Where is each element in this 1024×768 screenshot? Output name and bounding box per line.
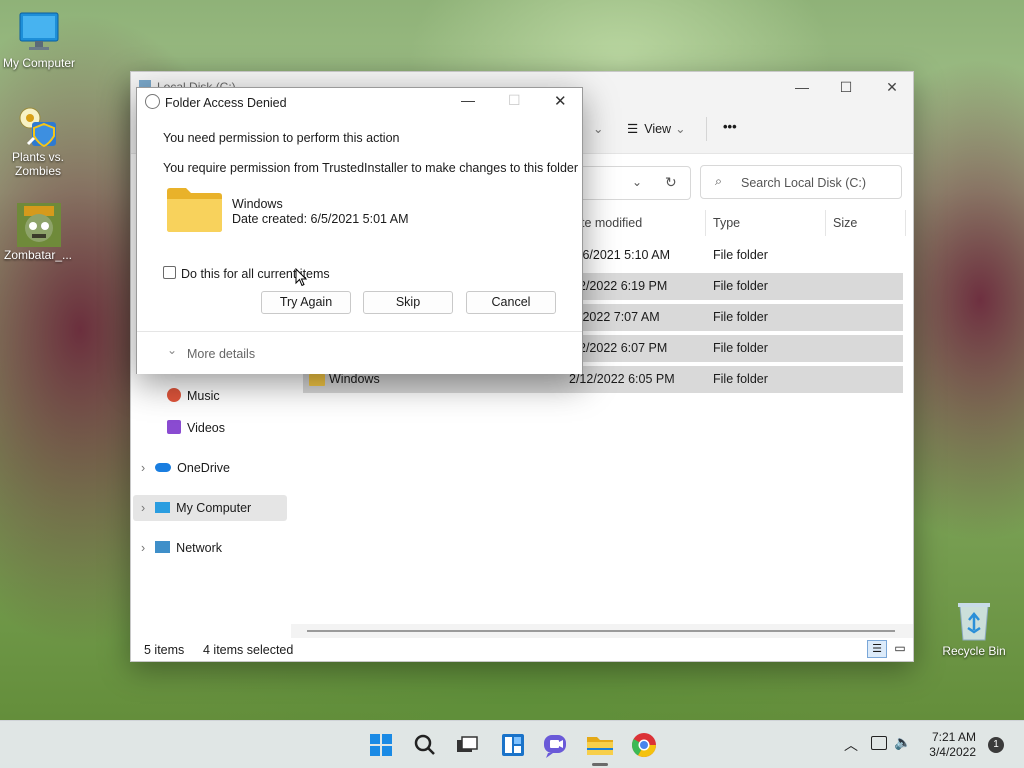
status-bar: 5 items 4 items selected ☰ ▭ <box>131 637 913 661</box>
videos-icon <box>167 420 181 434</box>
horizontal-scrollbar[interactable] <box>291 624 913 638</box>
column-type[interactable]: Type <box>713 216 740 230</box>
clock-date: 3/4/2022 <box>929 745 976 759</box>
active-app-indicator <box>592 763 608 766</box>
minimize-button[interactable]: — <box>779 72 825 102</box>
chat-icon[interactable] <box>540 729 572 761</box>
column-separator[interactable] <box>705 210 706 236</box>
dialog-close-button[interactable]: ✕ <box>554 92 567 110</box>
desktop-icon-label: Zombatar_... <box>3 248 73 262</box>
tiles-view-icon[interactable]: ▭ <box>891 640 909 658</box>
dialog-title: Folder Access Denied <box>165 96 287 110</box>
zombatar-icon <box>16 202 61 247</box>
dialog-title-bar[interactable]: Folder Access Denied — ☐ ✕ <box>137 88 582 116</box>
recycle-bin-icon <box>952 598 996 642</box>
desktop-icon-my-computer[interactable]: My Computer <box>1 10 77 70</box>
search-input[interactable]: Search Local Disk (C:) <box>741 176 866 190</box>
widgets-icon[interactable] <box>497 729 529 761</box>
dialog-footer: ⌄ More details <box>137 331 582 374</box>
close-button[interactable]: ✕ <box>869 72 915 102</box>
notification-badge[interactable]: 1 <box>988 737 1004 753</box>
dialog-message-secondary: You require permission from TrustedInsta… <box>163 161 579 175</box>
details-view-icon[interactable]: ☰ <box>867 640 887 658</box>
search-box[interactable]: ⌕ Search Local Disk (C:) <box>700 165 902 199</box>
folder-date-created: Date created: 6/5/2021 5:01 AM <box>232 212 409 226</box>
maximize-button[interactable]: ☐ <box>823 72 869 102</box>
more-options-button[interactable]: ••• <box>723 119 737 134</box>
task-view-icon[interactable] <box>451 729 483 761</box>
folder-name: Windows <box>232 197 283 211</box>
clock-icon <box>145 94 160 109</box>
system-clock[interactable]: 7:21 AM 3/4/2022 <box>929 730 976 760</box>
view-list-icon: ☰ <box>627 122 639 136</box>
selected-count: 4 items selected <box>203 643 294 657</box>
apply-to-all-label[interactable]: Do this for all current items <box>181 267 330 281</box>
computer-icon <box>155 502 171 513</box>
taskbar: ︿ 🔈 7:21 AM 3/4/2022 1 <box>0 720 1024 768</box>
apply-to-all-checkbox[interactable] <box>163 266 176 279</box>
nav-item-music[interactable]: Music <box>167 383 287 409</box>
desktop-icon-label: Recycle Bin <box>942 644 1006 658</box>
nav-item-onedrive[interactable]: › OneDrive <box>141 455 287 481</box>
folder-icon <box>309 374 325 386</box>
skip-button[interactable]: Skip <box>363 291 453 314</box>
show-hidden-icons-chevron-icon[interactable]: ︿ <box>844 735 858 755</box>
column-size[interactable]: Size <box>833 216 857 230</box>
desktop-icon-label: My Computer <box>2 56 76 70</box>
nav-item-videos[interactable]: Videos <box>167 415 287 441</box>
search-icon: ⌕ <box>715 174 723 188</box>
try-again-button[interactable]: Try Again <box>261 291 351 314</box>
monitor-icon <box>17 10 61 54</box>
cancel-button[interactable]: Cancel <box>466 291 556 314</box>
expand-chevron-icon[interactable]: › <box>141 461 145 475</box>
chevron-down-icon: ⌄ <box>675 122 686 136</box>
sort-chevron-icon[interactable]: ⌄ <box>593 121 603 136</box>
more-details-link[interactable]: More details <box>187 347 255 361</box>
expand-chevron-icon[interactable]: › <box>141 541 145 555</box>
nav-item-network[interactable]: › Network <box>141 535 287 561</box>
search-icon[interactable] <box>409 729 441 761</box>
column-date-modified[interactable]: te modified <box>581 216 642 230</box>
plants-vs-zombies-icon <box>16 104 60 148</box>
file-explorer-taskbar-icon[interactable] <box>584 729 616 766</box>
column-separator[interactable] <box>825 210 826 236</box>
music-icon <box>167 388 181 402</box>
network-icon <box>155 541 171 553</box>
nav-item-my-computer[interactable]: › My Computer <box>133 495 287 521</box>
large-folder-icon <box>166 187 223 233</box>
volume-icon[interactable]: 🔈 <box>894 734 911 751</box>
dialog-maximize-button: ☐ <box>508 92 521 108</box>
desktop-icon-label: Plants vs. Zombies <box>11 150 65 178</box>
desktop-icon-plants-vs-zombies[interactable]: Plants vs. Zombies <box>0 104 76 178</box>
column-separator[interactable] <box>905 210 906 236</box>
start-windows-icon[interactable] <box>365 729 397 761</box>
address-dropdown-icon[interactable]: ⌄ <box>632 175 642 189</box>
desktop-icon-recycle-bin[interactable]: Recycle Bin <box>936 598 1012 658</box>
network-status-icon[interactable] <box>871 736 887 750</box>
chevron-down-icon[interactable]: ⌄ <box>167 343 177 357</box>
desktop-icon-zombatar[interactable]: Zombatar_... <box>0 202 76 262</box>
onedrive-cloud-icon <box>155 463 172 472</box>
folder-access-denied-dialog: Folder Access Denied — ☐ ✕ You need perm… <box>136 87 583 374</box>
chrome-icon[interactable] <box>628 729 660 761</box>
expand-chevron-icon[interactable]: › <box>141 501 145 515</box>
clock-time: 7:21 AM <box>931 730 976 744</box>
toolbar-divider <box>706 117 707 141</box>
item-count: 5 items <box>144 643 185 657</box>
mouse-cursor-icon <box>295 267 308 290</box>
address-bar[interactable]: ⌄ ↻ <box>571 166 691 200</box>
refresh-icon[interactable]: ↻ <box>665 174 677 191</box>
view-button[interactable]: ☰ View ⌄ <box>627 121 686 136</box>
scrollbar-thumb[interactable] <box>307 630 895 632</box>
dialog-minimize-button[interactable]: — <box>461 92 475 108</box>
dialog-message-primary: You need permission to perform this acti… <box>163 131 400 145</box>
